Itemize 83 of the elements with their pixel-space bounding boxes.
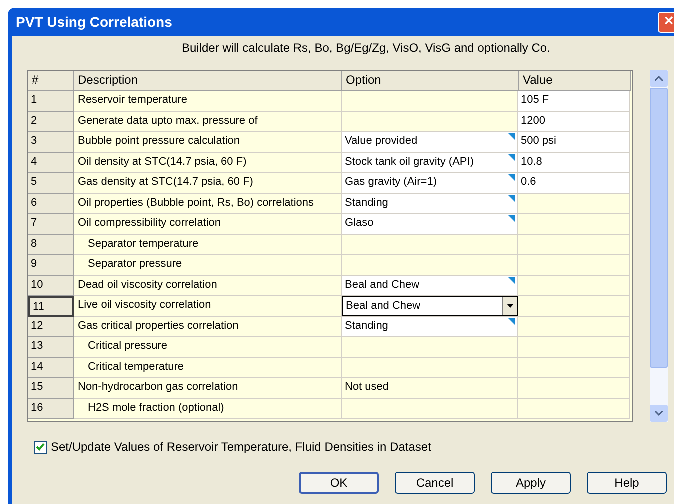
row-number: 14	[28, 358, 74, 378]
table-row[interactable]: 10 Dead oil viscosity correlation Beal and Chew	[28, 276, 632, 296]
option-cell[interactable]: Gas gravity (Air=1)	[342, 173, 518, 194]
table-row[interactable]: 4 Oil density at STC(14.7 psia, 60 F) Stock tank oil gravity (API) 10.8	[28, 152, 632, 173]
table-row[interactable]: 12 Gas critical properties correlation Standing	[28, 316, 632, 337]
table-row[interactable]: 9 Separator pressure	[28, 255, 632, 276]
dialog-button[interactable]: Apply	[491, 472, 571, 494]
description-cell: Oil density at STC(14.7 psia, 60 F)	[74, 152, 342, 173]
description-cell: Bubble point pressure calculation	[74, 132, 342, 152]
checkbox[interactable]	[34, 440, 47, 454]
description-cell: Critical temperature	[74, 358, 342, 378]
description-cell: Oil compressibility correlation	[74, 214, 342, 234]
scroll-down-button[interactable]	[650, 405, 668, 422]
description-cell: Generate data upto max. pressure of	[74, 112, 342, 132]
table-row[interactable]: 11 Live oil viscosity correlation Beal and Chew	[28, 296, 632, 316]
table-row[interactable]: 15 Non-hydrocarbon gas correlation Not used	[28, 378, 632, 398]
option-combo[interactable]: Beal and Chew	[342, 296, 518, 316]
description-cell: Non-hydrocarbon gas correlation	[74, 378, 342, 398]
close-button[interactable]: ×	[658, 12, 674, 32]
row-number: 13	[28, 337, 74, 358]
subtitle: Builder will calculate Rs, Bo, Bg/Eg/Zg, VisO, VisG and optionally Co.	[182, 40, 550, 57]
column-header[interactable]: #	[28, 71, 74, 91]
table-row[interactable]: 2 Generate data upto max. pressure of 1200	[28, 112, 632, 132]
table-row[interactable]: 14 Critical temperature	[28, 358, 632, 378]
row-number: 7	[28, 214, 74, 234]
column-header[interactable]: Value	[519, 71, 631, 91]
checkbox-label: Set/Update Values of Reservoir Temperature, Fluid Densities in Dataset	[51, 439, 432, 456]
row-number: 11	[28, 296, 74, 316]
window-title: PVT Using Correlations	[16, 12, 172, 32]
row-number: 8	[28, 234, 74, 255]
scroll-thumb[interactable]	[650, 88, 668, 368]
row-number: 12	[28, 316, 74, 337]
table-row[interactable]: 5 Gas density at STC(14.7 psia, 60 F) Gas gravity (Air=1) 0.6	[28, 173, 632, 194]
row-number: 6	[28, 194, 74, 214]
caret-icon	[506, 304, 514, 308]
table-row[interactable]: 1 Reservoir temperature 105 F	[28, 91, 632, 112]
dialog-button[interactable]: Help	[587, 472, 667, 494]
scroll-up-button[interactable]	[650, 70, 668, 87]
table-row[interactable]: 3 Bubble point pressure calculation Value provided 500 psi	[28, 132, 632, 152]
description-cell: Separator pressure	[74, 255, 342, 276]
option-cell[interactable]: Standing	[342, 316, 518, 337]
description-cell: Gas critical properties correlation	[74, 316, 342, 337]
option-cell[interactable]: Stock tank oil gravity (API)	[342, 152, 518, 173]
option-cell[interactable]: Glaso	[342, 214, 518, 234]
option-cell: Not used	[342, 378, 518, 398]
dialog-button[interactable]: Cancel	[395, 472, 475, 494]
table-row[interactable]: 16 H2S mole fraction (optional)	[28, 398, 632, 419]
description-cell: Gas density at STC(14.7 psia, 60 F)	[74, 173, 342, 194]
table-row[interactable]: 13 Critical pressure	[28, 337, 632, 358]
value-cell[interactable]: 10.8	[518, 152, 630, 173]
checkmark-icon	[36, 443, 45, 451]
row-number: 16	[28, 398, 74, 419]
option-cell[interactable]: Beal and Chew	[342, 276, 518, 296]
table-row[interactable]: 6 Oil properties (Bubble point, Rs, Bo) correlations Standing	[28, 194, 632, 214]
row-number: 5	[28, 173, 74, 194]
description-cell: Dead oil viscosity correlation	[74, 276, 342, 296]
row-number: 9	[28, 255, 74, 276]
value-cell[interactable]: 105 F	[518, 91, 630, 112]
option-cell[interactable]: Standing	[342, 194, 518, 214]
row-number: 4	[28, 152, 74, 173]
description-cell: H2S mole fraction (optional)	[74, 398, 342, 419]
dialog-button[interactable]: OK	[299, 472, 379, 494]
row-number: 10	[28, 276, 74, 296]
description-cell: Critical pressure	[74, 337, 342, 358]
dropdown-button[interactable]	[502, 297, 517, 314]
option-cell[interactable]: Value provided	[342, 132, 518, 152]
description-cell: Separator temperature	[74, 234, 342, 255]
table-row[interactable]: 8 Separator temperature	[28, 234, 632, 255]
row-number: 15	[28, 378, 74, 398]
column-header[interactable]: Description	[74, 71, 342, 91]
description-cell: Oil properties (Bubble point, Rs, Bo) correlations	[74, 194, 342, 214]
row-number: 1	[28, 91, 74, 112]
table-row[interactable]: 7 Oil compressibility correlation Glaso	[28, 214, 632, 234]
value-cell[interactable]: 1200	[518, 112, 630, 132]
row-number: 2	[28, 112, 74, 132]
row-number: 3	[28, 132, 74, 152]
value-cell[interactable]: 0.6	[518, 173, 630, 194]
value-cell[interactable]: 500 psi	[518, 132, 630, 152]
description-cell: Reservoir temperature	[74, 91, 342, 112]
description-cell: Live oil viscosity correlation	[74, 296, 342, 316]
chevron-down-icon	[655, 411, 663, 416]
column-header[interactable]: Option	[342, 71, 519, 91]
chevron-up-icon	[655, 76, 663, 81]
